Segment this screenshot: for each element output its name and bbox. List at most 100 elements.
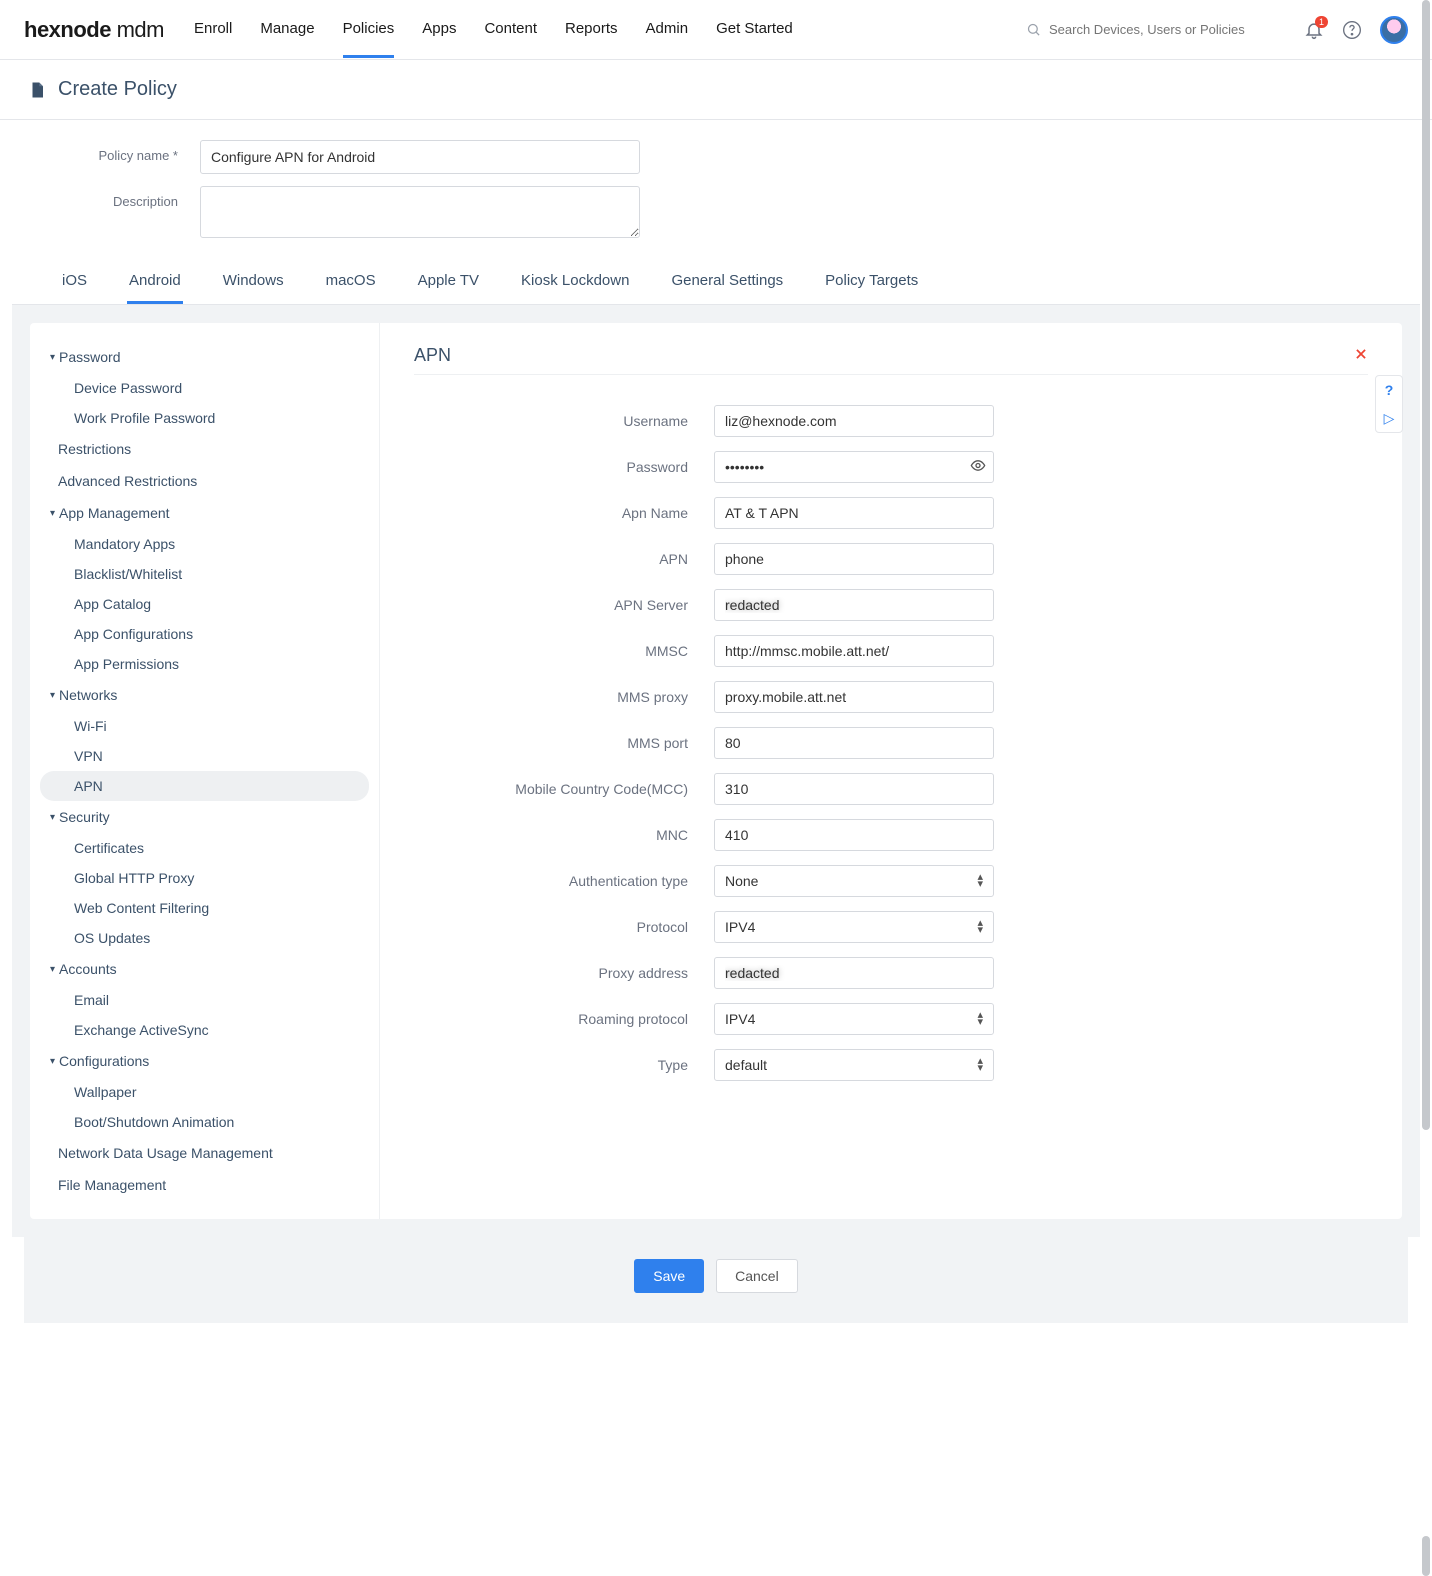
- tab-general-settings[interactable]: General Settings: [669, 260, 785, 304]
- nav-get-started[interactable]: Get Started: [716, 2, 793, 58]
- notification-badge: 1: [1315, 16, 1328, 28]
- input-proxy-address[interactable]: [714, 957, 994, 989]
- search-icon: [1026, 22, 1041, 37]
- select-roaming-protocol[interactable]: IPV4▴▾: [714, 1003, 994, 1035]
- top-nav: Enroll Manage Policies Apps Content Reports Ad…: [194, 2, 793, 58]
- sidebar-item-app-permissions[interactable]: App Permissions: [40, 649, 369, 679]
- field-label-mnc: MNC: [414, 827, 714, 843]
- sidebar-item-work-profile-password[interactable]: Work Profile Password: [40, 403, 369, 433]
- tab-macos[interactable]: macOS: [324, 260, 378, 304]
- cancel-button[interactable]: Cancel: [716, 1259, 798, 1293]
- sidebar-item-file-management[interactable]: File Management: [40, 1169, 369, 1201]
- sidebar-item-blacklist-whitelist[interactable]: Blacklist/Whitelist: [40, 559, 369, 589]
- sidebar-item-apn[interactable]: APN: [40, 771, 369, 801]
- input-username[interactable]: [714, 405, 994, 437]
- help-button[interactable]: [1342, 20, 1362, 40]
- nav-reports[interactable]: Reports: [565, 2, 618, 58]
- input-mmsc[interactable]: [714, 635, 994, 667]
- field-label-type: Type: [414, 1057, 714, 1073]
- footer-actions: Save Cancel: [24, 1237, 1408, 1323]
- scrollbar[interactable]: [1422, 0, 1430, 1576]
- input-apn-name[interactable]: [714, 497, 994, 529]
- sidebar-item-restrictions[interactable]: Restrictions: [40, 433, 369, 465]
- sidebar-item-web-content-filtering[interactable]: Web Content Filtering: [40, 893, 369, 923]
- input-mobile-country-code-mcc-[interactable]: [714, 773, 994, 805]
- notifications-button[interactable]: 1: [1304, 20, 1324, 40]
- chevron-down-icon: ▾: [50, 690, 55, 701]
- select-protocol[interactable]: IPV4▴▾: [714, 911, 994, 943]
- input-mnc[interactable]: [714, 819, 994, 851]
- question-icon: ?: [1385, 382, 1394, 398]
- input-mms-proxy[interactable]: [714, 681, 994, 713]
- brand-logo: hexnode mdm: [24, 17, 164, 43]
- global-search[interactable]: [1026, 22, 1286, 37]
- nav-apps[interactable]: Apps: [422, 2, 456, 58]
- policy-meta-form: Policy name * Description: [12, 120, 1420, 260]
- tab-policy-targets[interactable]: Policy Targets: [823, 260, 920, 304]
- tab-ios[interactable]: iOS: [60, 260, 89, 304]
- tab-apple-tv[interactable]: Apple TV: [416, 260, 481, 304]
- sidebar-group-security[interactable]: ▾Security: [40, 801, 369, 833]
- page-header: Create Policy: [0, 60, 1432, 120]
- input-password[interactable]: [714, 451, 994, 483]
- sidebar-item-certificates[interactable]: Certificates: [40, 833, 369, 863]
- sidebar-item-device-password[interactable]: Device Password: [40, 373, 369, 403]
- input-apn[interactable]: [714, 543, 994, 575]
- sidebar-item-app-configurations[interactable]: App Configurations: [40, 619, 369, 649]
- help-icon: [1342, 20, 1362, 40]
- field-label-protocol: Protocol: [414, 919, 714, 935]
- sidebar-group-accounts[interactable]: ▾Accounts: [40, 953, 369, 985]
- panel-close-button[interactable]: [1354, 345, 1368, 366]
- select-authentication-type[interactable]: None▴▾: [714, 865, 994, 897]
- select-type[interactable]: default▴▾: [714, 1049, 994, 1081]
- field-label-mobile-country-code-mcc-: Mobile Country Code(MCC): [414, 781, 714, 797]
- nav-content[interactable]: Content: [484, 2, 537, 58]
- tab-android[interactable]: Android: [127, 260, 183, 304]
- platform-tabs: iOS Android Windows macOS Apple TV Kiosk Lock…: [12, 260, 1420, 305]
- user-avatar[interactable]: [1380, 16, 1408, 44]
- sidebar-item-mandatory-apps[interactable]: Mandatory Apps: [40, 529, 369, 559]
- panel-help-button[interactable]: ?: [1376, 376, 1402, 404]
- sidebar-group-password[interactable]: ▾Password: [40, 341, 369, 373]
- panel-run-button[interactable]: ▷: [1376, 404, 1402, 432]
- sidebar-item-wi-fi[interactable]: Wi-Fi: [40, 711, 369, 741]
- sidebar-item-advanced-restrictions[interactable]: Advanced Restrictions: [40, 465, 369, 497]
- updown-icon: ▴▾: [977, 920, 983, 933]
- input-mms-port[interactable]: [714, 727, 994, 759]
- chevron-down-icon: ▾: [50, 964, 55, 975]
- policy-name-input[interactable]: [200, 140, 640, 174]
- tab-windows[interactable]: Windows: [221, 260, 286, 304]
- sidebar-item-os-updates[interactable]: OS Updates: [40, 923, 369, 953]
- search-input[interactable]: [1049, 22, 1269, 37]
- play-icon: ▷: [1384, 410, 1395, 427]
- reveal-password-button[interactable]: [970, 458, 986, 477]
- tab-kiosk-lockdown[interactable]: Kiosk Lockdown: [519, 260, 631, 304]
- topbar: hexnode mdm Enroll Manage Policies Apps Cont…: [0, 0, 1432, 60]
- nav-enroll[interactable]: Enroll: [194, 2, 232, 58]
- sidebar-item-wallpaper[interactable]: Wallpaper: [40, 1077, 369, 1107]
- sidebar-item-vpn[interactable]: VPN: [40, 741, 369, 771]
- nav-manage[interactable]: Manage: [260, 2, 314, 58]
- sidebar-item-network-data-usage-management[interactable]: Network Data Usage Management: [40, 1137, 369, 1169]
- page-title: Create Policy: [58, 78, 177, 101]
- input-apn-server[interactable]: [714, 589, 994, 621]
- sidebar-item-boot-shutdown-animation[interactable]: Boot/Shutdown Animation: [40, 1107, 369, 1137]
- sidebar-item-email[interactable]: Email: [40, 985, 369, 1015]
- field-label-apn-server: APN Server: [414, 597, 714, 613]
- nav-admin[interactable]: Admin: [646, 2, 689, 58]
- sidebar-item-exchange-activesync[interactable]: Exchange ActiveSync: [40, 1015, 369, 1045]
- sidebar-item-global-http-proxy[interactable]: Global HTTP Proxy: [40, 863, 369, 893]
- save-button[interactable]: Save: [634, 1259, 704, 1293]
- sidebar-item-app-catalog[interactable]: App Catalog: [40, 589, 369, 619]
- sidebar-group-networks[interactable]: ▾Networks: [40, 679, 369, 711]
- policy-name-label: Policy name *: [40, 140, 200, 163]
- field-label-authentication-type: Authentication type: [414, 873, 714, 889]
- description-input[interactable]: [200, 186, 640, 238]
- updown-icon: ▴▾: [977, 874, 983, 887]
- chevron-down-icon: ▾: [50, 352, 55, 363]
- sidebar-group-app-management[interactable]: ▾App Management: [40, 497, 369, 529]
- nav-policies[interactable]: Policies: [343, 2, 395, 58]
- sidebar-group-configurations[interactable]: ▾Configurations: [40, 1045, 369, 1077]
- close-icon: [1354, 347, 1368, 361]
- workspace: ▾PasswordDevice PasswordWork Profile Pas…: [12, 305, 1420, 1237]
